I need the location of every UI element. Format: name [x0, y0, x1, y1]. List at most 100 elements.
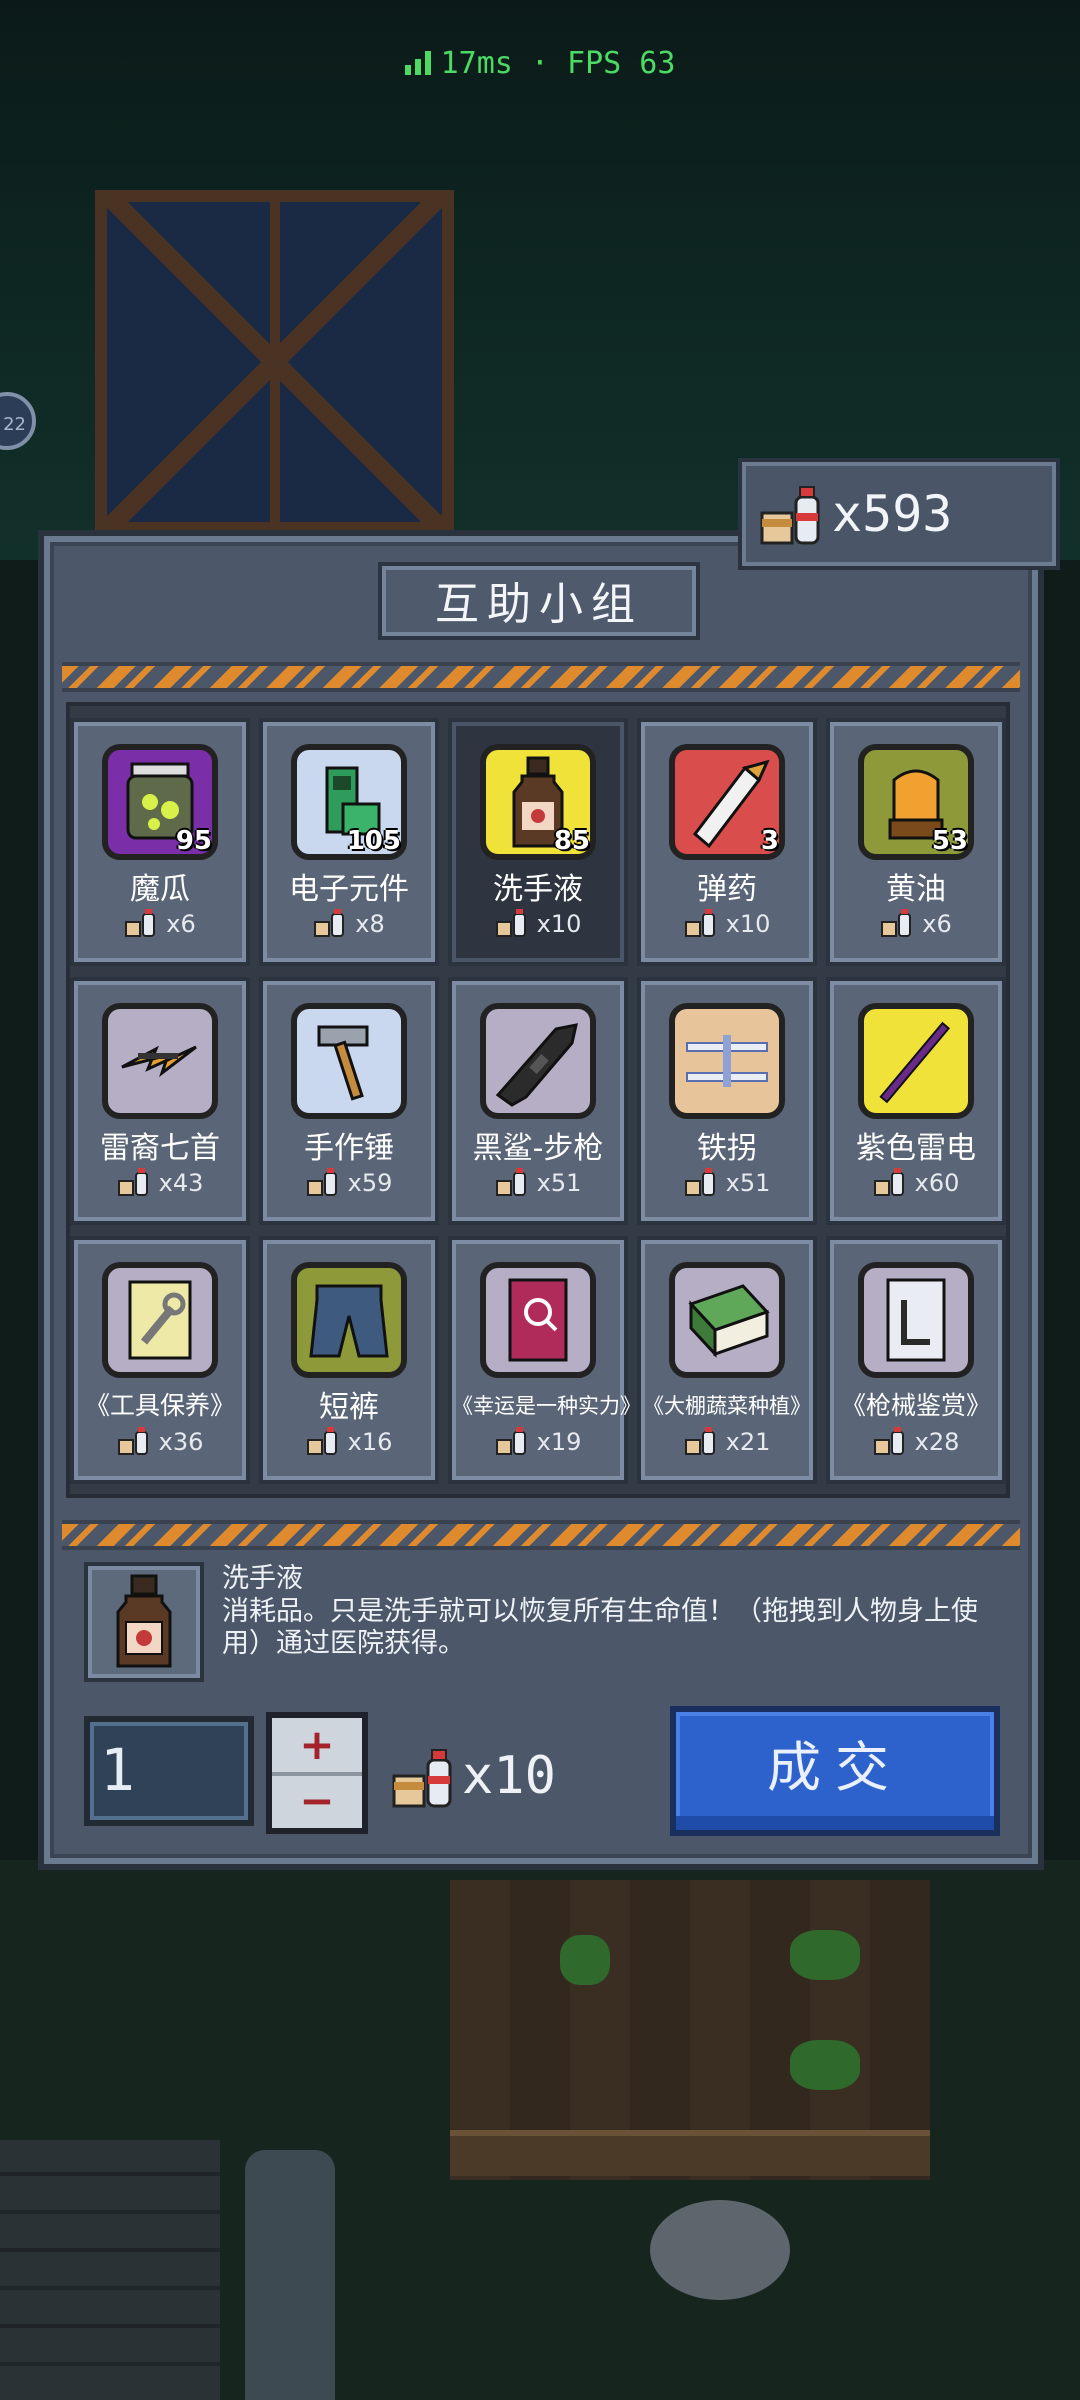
item-price: x51 [641, 1167, 813, 1197]
item-price: x21 [641, 1426, 813, 1456]
item-name: 电子元件 [289, 872, 409, 907]
shop-item-card[interactable]: 铁拐 x51 [637, 977, 817, 1225]
stone-floor [0, 2140, 220, 2400]
ping-fps-text: 17ms · FPS 63 [440, 46, 676, 81]
item-icon-frame [291, 1003, 407, 1119]
shop-item-card[interactable]: 105 电子元件 x8 [259, 718, 439, 966]
decrease-quantity-button[interactable]: − [272, 1774, 362, 1828]
selected-item-icon [84, 1562, 204, 1682]
item-price-text: x36 [158, 1428, 204, 1456]
cabin-window [95, 190, 454, 534]
item-name: 《工具保养》 [84, 1391, 235, 1420]
item-price-text: x51 [725, 1169, 771, 1197]
hand-sanitizer-bottle-icon [116, 1574, 172, 1668]
iron-crutch-icon [686, 1035, 768, 1087]
supplies-currency-icon [306, 1427, 337, 1455]
shop-item-card[interactable]: 3 弹药 x10 [637, 718, 817, 966]
shop-item-card[interactable]: 紫色雷电 x60 [826, 977, 1006, 1225]
selected-item-description: 消耗品。只是洗手就可以恢复所有生命值！（拖拽到人物身上使用）通过医院获得。 [222, 1596, 978, 1659]
item-icon-frame [102, 1003, 218, 1119]
supplies-currency-icon [881, 909, 912, 937]
greenhouse-book-icon [688, 1284, 770, 1358]
item-price-text: x10 [536, 910, 582, 938]
item-name: 紫色雷电 [856, 1131, 976, 1166]
shop-item-card[interactable]: 85 洗手液 x10 [448, 718, 628, 966]
item-price-text: x6 [166, 910, 196, 938]
supplies-currency-icon [117, 1427, 148, 1455]
item-icon-frame [858, 1003, 974, 1119]
total-cost: x10 [462, 1746, 556, 1806]
item-price-text: x60 [914, 1169, 960, 1197]
item-price-text: x43 [158, 1169, 204, 1197]
item-price: x60 [830, 1167, 1002, 1197]
item-name: 黑鲨-步枪 [472, 1131, 604, 1166]
sprout-plant [560, 1935, 610, 1985]
supplies-currency-icon [684, 1168, 715, 1196]
hammer-icon [317, 1025, 369, 1101]
item-icon-frame [102, 1262, 218, 1378]
supplies-currency-icon [495, 909, 526, 937]
item-price-text: x59 [347, 1169, 393, 1197]
shop-title: 互助小组 [378, 562, 700, 640]
item-stock-count: 85 [553, 826, 590, 856]
item-icon-frame [480, 1262, 596, 1378]
quantity-stepper: + − [266, 1712, 368, 1834]
item-price: x28 [830, 1426, 1002, 1456]
tool-book-icon [128, 1280, 192, 1360]
item-price-text: x28 [914, 1428, 960, 1456]
item-price: x43 [74, 1167, 246, 1197]
shop-item-card[interactable]: 53 黄油 x6 [826, 718, 1006, 966]
cabbage-plant [790, 1930, 860, 1980]
item-price-text: x51 [536, 1169, 582, 1197]
supplies-currency-icon [684, 909, 715, 937]
item-price: x16 [263, 1426, 435, 1456]
item-price: x6 [830, 908, 1002, 938]
item-price-text: x21 [725, 1428, 771, 1456]
supplies-currency-icon [306, 1168, 337, 1196]
shop-item-card[interactable]: 手作锤 x59 [259, 977, 439, 1225]
supplies-currency-icon [760, 486, 820, 545]
side-badge-text: 22 [3, 414, 26, 435]
item-price: x10 [641, 908, 813, 938]
supplies-currency-icon [392, 1749, 452, 1808]
item-name: 铁拐 [697, 1131, 757, 1166]
deal-button[interactable]: 成交 [670, 1706, 1000, 1836]
supplies-currency-icon [314, 909, 345, 937]
signal-bars-icon [404, 51, 431, 75]
supplies-currency-icon [873, 1427, 904, 1455]
item-price-text: x19 [536, 1428, 582, 1456]
quantity-input[interactable]: 1 [84, 1716, 254, 1826]
shop-item-card[interactable]: 《枪械鉴赏》 x28 [826, 1236, 1006, 1484]
selected-item-name: 洗手液 [222, 1563, 303, 1594]
item-icon-frame [291, 1262, 407, 1378]
shop-item-card[interactable]: 《幸运是一种实力》 x19 [448, 1236, 641, 1484]
item-icon-frame [480, 1003, 596, 1119]
item-stock-count: 3 [760, 826, 779, 856]
gun-book-icon [886, 1278, 946, 1362]
item-price: x8 [263, 908, 435, 938]
supplies-currency-icon [684, 1427, 715, 1455]
item-name: 洗手液 [493, 872, 583, 907]
shop-item-card[interactable]: 短裤 x16 [259, 1236, 439, 1484]
shop-item-card[interactable]: 黑鲨-步枪 x51 [448, 977, 628, 1225]
item-name: 《大棚蔬菜种植》 [643, 1394, 811, 1418]
shop-item-card[interactable]: 95 魔瓜 x6 [70, 718, 250, 966]
shop-item-card[interactable]: 《工具保养》 x36 [70, 1236, 250, 1484]
shop-item-card[interactable]: 雷裔七首 x43 [70, 977, 250, 1225]
supplies-currency-icon [117, 1168, 148, 1196]
increase-quantity-button[interactable]: + [272, 1718, 362, 1776]
supplies-currency-icon [125, 909, 156, 937]
item-name: 《枪械鉴赏》 [840, 1391, 991, 1420]
item-price: x6 [74, 908, 246, 938]
item-stock-count: 53 [931, 826, 968, 856]
purple-staff-icon [879, 1021, 951, 1104]
item-name: 《幸运是一种实力》 [452, 1394, 641, 1418]
supplies-currency-icon [495, 1427, 526, 1455]
currency-count: x593 [832, 485, 953, 543]
item-price: x19 [452, 1426, 624, 1456]
item-stock-count: 105 [346, 826, 401, 856]
item-price: x36 [74, 1426, 246, 1456]
item-price: x59 [263, 1167, 435, 1197]
network-status: 17ms · FPS 63 [0, 46, 1080, 81]
shop-item-card[interactable]: 《大棚蔬菜种植》 x21 [637, 1236, 817, 1484]
